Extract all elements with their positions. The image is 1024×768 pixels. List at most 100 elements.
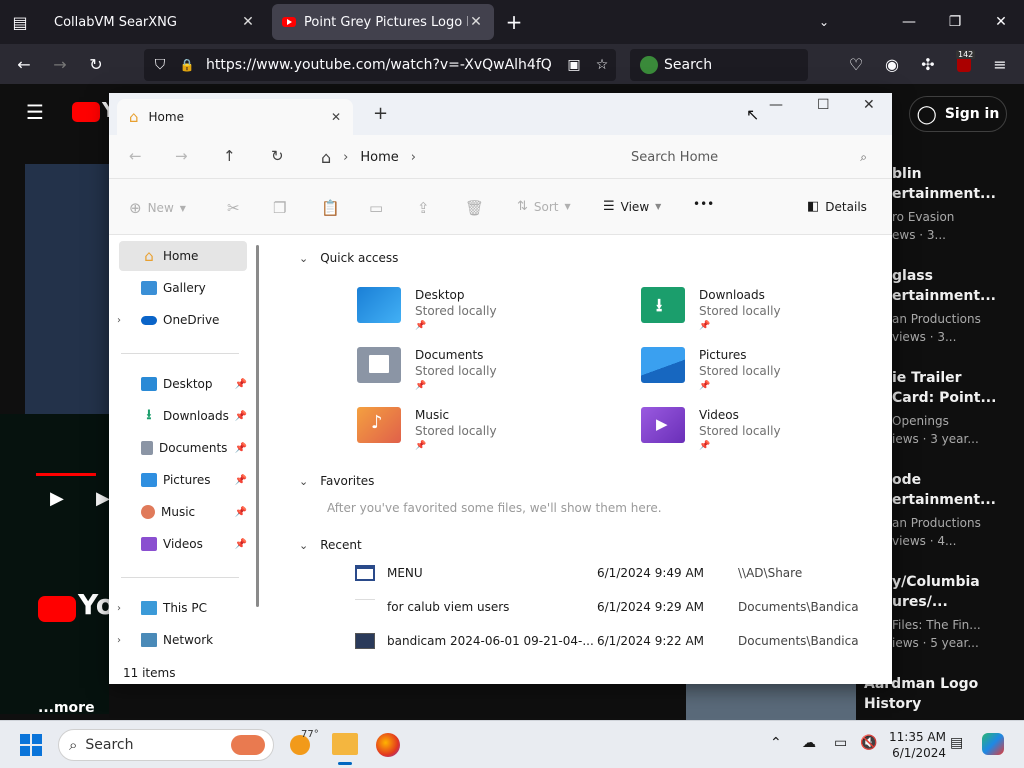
new-tab-button[interactable]: +	[373, 103, 388, 124]
sidebar-item-gallery[interactable]: Gallery	[119, 273, 247, 303]
browser-tab-youtube[interactable]: Point Grey Pictures Logo Histor ✕	[272, 4, 494, 40]
pocket-icon[interactable]: ♡	[842, 50, 870, 78]
close-window-button[interactable]: ✕	[863, 97, 875, 113]
pin-icon[interactable]: 📌	[235, 475, 247, 486]
rec-title[interactable]: ures/...	[892, 592, 948, 612]
clock[interactable]: 11:35 AM 6/1/2024	[880, 729, 946, 761]
details-button[interactable]: ◧ Details	[807, 199, 867, 214]
rec-title[interactable]: ertainment...	[892, 184, 996, 204]
video-progress-bar[interactable]	[36, 473, 96, 476]
menu-icon[interactable]: ≡	[986, 50, 1014, 78]
sidebar-item-network[interactable]: › Network	[117, 625, 247, 655]
copilot-icon[interactable]	[982, 733, 1004, 755]
hamburger-menu-icon[interactable]: ☰	[26, 100, 44, 124]
quick-access-documents[interactable]: Documents Stored locally 📌	[357, 347, 577, 393]
next-icon[interactable]: ▶	[96, 488, 110, 509]
video-thumbnail[interactable]	[686, 680, 856, 720]
rec-title[interactable]: Card: Point...	[892, 388, 996, 408]
sign-in-button[interactable]: ◯ Sign in	[909, 96, 1007, 132]
minimize-button[interactable]: —	[769, 97, 783, 113]
chevron-right-icon[interactable]: ›	[117, 635, 121, 646]
close-tab-icon[interactable]: ✕	[468, 14, 484, 30]
rec-title[interactable]: blin	[892, 164, 922, 184]
notification-icon[interactable]: ▤	[950, 735, 963, 751]
pin-icon[interactable]: 📌	[235, 411, 247, 422]
rec-title[interactable]: glass	[892, 266, 933, 286]
rec-title[interactable]: y/Columbia	[892, 572, 980, 592]
rec-title[interactable]: ie Trailer	[892, 368, 962, 388]
reload-button[interactable]: ↻	[82, 50, 110, 78]
quick-access-desktop[interactable]: Desktop Stored locally 📌	[357, 287, 577, 333]
minimize-button[interactable]: —	[886, 0, 932, 44]
recent-row[interactable]: MENU 6/1/2024 9:49 AM \\AD\Share	[355, 562, 875, 584]
share-icon[interactable]: ⇪	[417, 199, 430, 217]
network-status-icon[interactable]: ▭	[834, 735, 847, 751]
sidebar-scrollbar[interactable]	[256, 245, 259, 607]
url-bar[interactable]: ⛉ 🔒 https://www.youtube.com/watch?v=-XvQ…	[144, 49, 616, 81]
sidebar-item-videos[interactable]: Videos 📌	[119, 529, 247, 559]
refresh-button[interactable]: ↻	[271, 147, 284, 165]
new-button[interactable]: ⊕ New ▼	[129, 199, 186, 217]
close-tab-icon[interactable]: ✕	[331, 110, 341, 124]
search-input[interactable]: Search Home ⌕	[613, 140, 881, 174]
browser-search-box[interactable]: Search	[630, 49, 808, 81]
rec-title[interactable]: ertainment...	[892, 286, 996, 306]
back-button[interactable]: ←	[129, 147, 142, 165]
address-bar[interactable]: ⌂ › Home ›	[313, 140, 603, 174]
pin-icon[interactable]: 📌	[235, 507, 247, 518]
sidebar-item-music[interactable]: Music 📌	[119, 497, 247, 527]
quick-access-downloads[interactable]: ⭳ Downloads Stored locally 📌	[641, 287, 861, 333]
shield-icon[interactable]: ⛉	[144, 57, 176, 73]
rec-title[interactable]: ertainment...	[892, 490, 996, 510]
start-button[interactable]	[20, 734, 42, 756]
quick-access-header[interactable]: ⌄ Quick access	[299, 251, 398, 265]
recent-row[interactable]: bandicam 2024-06-01 09-21-04-... 6/1/202…	[355, 630, 875, 652]
chevron-right-icon[interactable]: ›	[117, 603, 121, 614]
quick-access-videos[interactable]: ▶ Videos Stored locally 📌	[641, 407, 861, 453]
recent-row[interactable]: for calub viem users 6/1/2024 9:29 AM Do…	[355, 596, 875, 618]
chevron-down-icon[interactable]: ⌄	[810, 8, 838, 36]
close-window-button[interactable]: ✕	[978, 0, 1024, 44]
tab-list-icon[interactable]: ▤	[6, 8, 34, 36]
chevron-right-icon[interactable]: ›	[411, 150, 416, 165]
cloud-icon[interactable]: ☁	[802, 735, 816, 751]
youtube-logo-icon[interactable]	[72, 102, 100, 122]
cut-icon[interactable]: ✂	[227, 199, 240, 217]
pin-icon[interactable]: 📌	[235, 443, 247, 454]
back-button[interactable]: ←	[10, 50, 38, 78]
up-button[interactable]: ↑	[223, 147, 236, 165]
quick-access-music[interactable]: ♪ Music Stored locally 📌	[357, 407, 577, 453]
video-player[interactable]	[25, 164, 109, 414]
extensions-icon[interactable]: ✣	[914, 50, 942, 78]
favorites-header[interactable]: ⌄ Favorites	[299, 474, 374, 488]
pin-icon[interactable]: 📌	[235, 379, 247, 390]
taskbar-search[interactable]: ⌕ Search	[58, 729, 274, 761]
play-icon[interactable]: ▶	[50, 488, 64, 509]
view-button[interactable]: ☰ View ▼	[603, 199, 661, 214]
rec-title[interactable]: History	[864, 694, 921, 714]
account-icon[interactable]: ◉	[878, 50, 906, 78]
sidebar-item-pictures[interactable]: Pictures 📌	[119, 465, 247, 495]
sidebar-item-desktop[interactable]: Desktop 📌	[119, 369, 247, 399]
recent-header[interactable]: ⌄ Recent	[299, 538, 362, 552]
new-tab-button[interactable]: +	[500, 8, 528, 36]
breadcrumb[interactable]: Home	[360, 150, 398, 165]
sidebar-item-this-pc[interactable]: › This PC	[117, 593, 247, 623]
sort-button[interactable]: ⇅ Sort ▼	[517, 199, 571, 214]
browser-tab-searxng[interactable]: CollabVM SearXNG ✕	[44, 4, 266, 40]
bookmark-star-icon[interactable]: ☆	[588, 57, 616, 73]
sidebar-item-onedrive[interactable]: › OneDrive	[117, 305, 247, 335]
reader-view-icon[interactable]: ▣	[560, 57, 588, 73]
lock-icon[interactable]: 🔒	[176, 58, 198, 72]
forward-button[interactable]: →	[175, 147, 188, 165]
firefox-taskbar-icon[interactable]	[376, 733, 400, 757]
sidebar-item-home[interactable]: ⌂ Home	[119, 241, 247, 271]
maximize-button[interactable]: ❐	[932, 0, 978, 44]
paste-icon[interactable]: 📋	[321, 199, 340, 217]
rec-title[interactable]: ode	[892, 470, 921, 490]
copy-icon[interactable]: ❐	[273, 199, 286, 217]
explorer-tab-home[interactable]: ⌂ Home ✕	[117, 99, 353, 135]
quick-access-pictures[interactable]: Pictures Stored locally 📌	[641, 347, 861, 393]
pin-icon[interactable]: 📌	[235, 539, 247, 550]
volume-icon[interactable]: 🔇	[860, 735, 877, 751]
